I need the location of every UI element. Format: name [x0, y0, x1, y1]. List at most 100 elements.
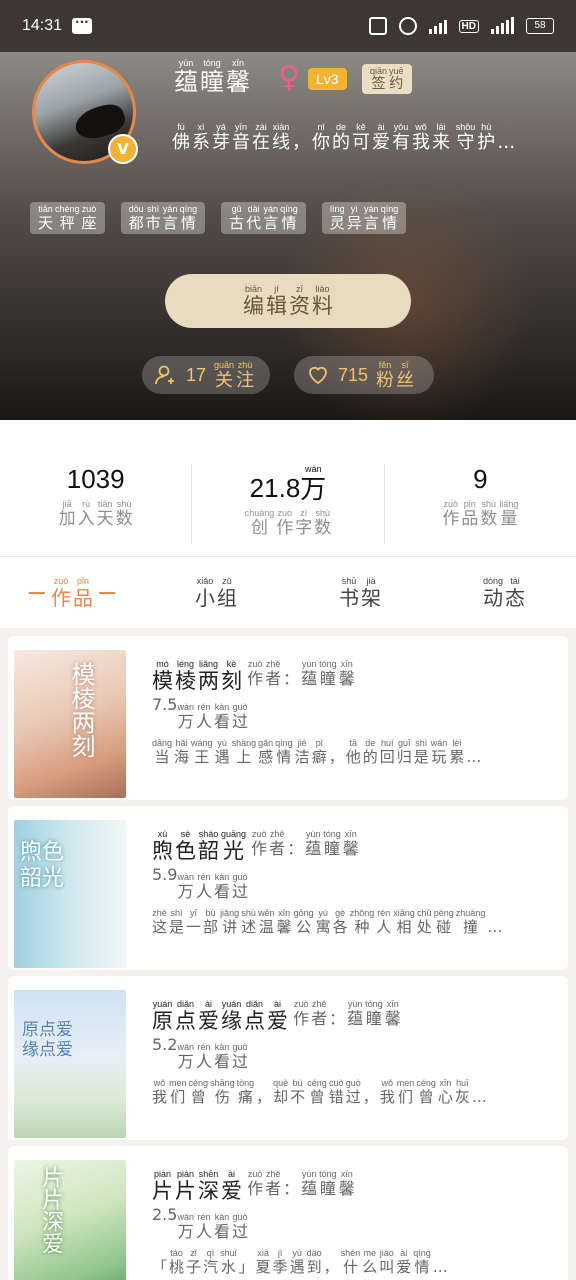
hanzi: 人 — [195, 712, 212, 732]
hanzi: 量 — [500, 509, 518, 529]
hanzi: 季 — [272, 1257, 288, 1276]
hanzi: 言 — [162, 214, 178, 232]
hanzi: ： — [283, 1179, 300, 1198]
book-title: yuán 原 diǎn 点 ài 爱 yuán 缘 diǎn 点 ài 爱 — [152, 999, 288, 1033]
views-number: 7.5 — [152, 695, 178, 715]
views-label: wàn 万 rén 人 kàn 看 guò 过 — [177, 1212, 248, 1241]
ruby-char: zài 在 — [252, 122, 270, 153]
book-description: zhè 这 shì 是 yī 一 bù 部 jiǎng 讲 shù 述 wēn 温 xīn 馨 gōng 公 yù 寓… — [152, 908, 502, 936]
hanzi: 有 — [392, 132, 410, 153]
hanzi: 异 — [346, 214, 362, 232]
ruby-char: shì 是 — [169, 908, 184, 936]
book-card[interactable]: 煦色韶光 xù 煦 sè 色 sháo 韶 guāng 光 zuò 作 zhě 者 ： yùn 蕴 tón… — [8, 806, 568, 970]
ruby-char: zhuàng 撞 — [456, 908, 486, 936]
tag-supernatural-romance[interactable]: líng 灵 yì 异 yán 言 qíng 情 — [321, 202, 407, 234]
hanzi: 的 — [332, 132, 350, 153]
ruby-char: shāng 伤 — [210, 1078, 235, 1106]
ruby-char: céng 曾 — [416, 1078, 436, 1106]
hanzi: 温 — [258, 917, 274, 936]
status-time: 14:31 — [22, 17, 63, 34]
stat-value: 9 — [473, 464, 487, 495]
hanzi: 过 — [232, 712, 249, 732]
hanzi: 蕴 — [301, 669, 318, 688]
tag-libra[interactable]: tiān 天 chèng 秤 zuò 座 — [30, 202, 105, 234]
ruby-char: zuò 作 — [251, 829, 267, 858]
ruby-char: yùn 蕴 — [305, 829, 321, 858]
ruby-char: yuē 约 — [389, 66, 404, 92]
hanzi: … — [432, 1257, 448, 1276]
hanzi: 万 — [177, 1052, 194, 1072]
hanzi: ： — [329, 1009, 346, 1028]
ruby-char: gǎn 感 — [258, 738, 273, 766]
book-card[interactable]: 片片深爱 piàn 片 piàn 片 shēn 深 ài 爱 zuò 作 zhě 者 ： yùn 蕴 tó… — [8, 1146, 568, 1280]
ruby-char: tóng 瞳 — [200, 58, 224, 95]
hanzi: 的 — [362, 747, 378, 766]
tab-bookshelf[interactable]: shū 书 jià 架 — [288, 576, 432, 609]
ruby-char: rù 入 — [78, 499, 95, 529]
vip-badge: V — [108, 134, 138, 164]
hanzi: ： — [283, 669, 300, 688]
hanzi: … — [471, 1087, 487, 1106]
tag-urban-romance[interactable]: dōu 都 shì 市 yán 言 qíng 情 — [120, 202, 206, 234]
hanzi: 字 — [295, 517, 313, 538]
ruby-char: wǒ 我 — [380, 1078, 395, 1106]
book-card[interactable]: 原点爱缘点爱 yuán 原 diǎn 点 ài 爱 yuán 缘 diǎn 点 ài 爱 zuò 作 zh… — [8, 976, 568, 1140]
stat-label: jiā 加 rù 入 tiān 天 shù 数 — [59, 499, 133, 529]
hanzi: 编 — [243, 293, 264, 318]
hanzi: 约 — [389, 76, 404, 92]
hanzi: 灰 — [454, 1087, 470, 1106]
ruby-char: shàng 上 — [232, 738, 257, 766]
ruby-char: zǐ 子 — [186, 1248, 201, 1276]
hanzi: 桃 — [169, 1257, 185, 1276]
hanzi: 都 — [128, 214, 144, 232]
hanzi: 过 — [232, 1222, 249, 1242]
fans-button[interactable]: 715 fěn 粉 sī 丝 — [294, 356, 434, 394]
ruby-char: chèng 秤 — [55, 204, 80, 232]
ruby-char: jiào 叫 — [379, 1248, 394, 1276]
ruby-char: zhù 注 — [236, 360, 254, 391]
bio-line-1: fú 佛 xì 系 yá 芽 yīn 音 zài 在 xiàn 线 ， nǐ 你 de 的 kě 可 ài 爱 yǒu 有… — [172, 122, 450, 153]
hanzi: ， — [328, 747, 344, 766]
hanzi: 爱 — [396, 1257, 412, 1276]
book-card[interactable]: 模棱两刻 mó 模 léng 棱 liǎng 两 kè 刻 zuò 作 zhě 者 ： yùn 蕴 tón… — [8, 636, 568, 800]
ruby-char: wǒ 我 — [412, 122, 430, 153]
hanzi: ， — [256, 1087, 272, 1106]
hanzi: 数 — [314, 517, 332, 538]
book-info: piàn 片 piàn 片 shēn 深 ài 爱 zuò 作 zhě 者 ： yùn 蕴 tóng 瞳 xī… — [152, 1162, 562, 1275]
ruby-char: huí 回 — [380, 738, 395, 766]
ruby-char: yùn 蕴 — [347, 999, 363, 1028]
hanzi: 么 — [362, 1257, 378, 1276]
book-cover: 模棱两刻 — [14, 650, 126, 798]
ruby-char: liào 料 — [312, 284, 333, 318]
following-button[interactable]: 17 guān 关 zhù 注 — [142, 356, 270, 394]
ruby-char: dōu 都 — [129, 204, 144, 232]
ruby-char: zuò 作 — [247, 1169, 263, 1198]
hanzi: … — [497, 132, 516, 153]
tab-moments[interactable]: dòng 动 tài 态 — [432, 576, 576, 609]
ruby-char: kè 刻 — [221, 659, 242, 693]
hanzi: 爱 — [372, 132, 390, 153]
tag-ancient-romance[interactable]: gǔ 古 dài 代 yán 言 qíng 情 — [221, 202, 306, 234]
hanzi: 什 — [342, 1257, 358, 1276]
ruby-char: shù 数 — [480, 499, 497, 529]
tab-groups[interactable]: xiǎo 小 zǔ 组 — [144, 576, 288, 609]
ruby-char: yīn 音 — [232, 122, 250, 153]
pinyin: zhù — [237, 359, 253, 370]
ruby-char: sháo 韶 — [198, 829, 219, 863]
book-views: 5.9 wàn 万 rén 人 kàn 看 guò 过 — [152, 865, 562, 901]
ruby-char: xīn 心 — [438, 1078, 453, 1106]
hanzi: 寓 — [315, 917, 331, 936]
hanzi: 灵 — [329, 214, 345, 232]
hanzi: 癖 — [311, 747, 327, 766]
ruby-char: xiàn 线 — [272, 122, 290, 153]
pinyin: zì — [300, 507, 308, 518]
hanzi: 蕴 — [301, 1179, 318, 1198]
ruby-char: ， — [363, 1078, 378, 1106]
ruby-char: xiǎo 小 — [195, 576, 215, 609]
tab-works[interactable]: zuò 作 pǐn 品 — [0, 576, 144, 609]
hanzi: 到 — [306, 1257, 322, 1276]
tab-dash-left — [29, 591, 45, 594]
ruby-char: céng 曾 — [189, 1078, 209, 1106]
edit-profile-button[interactable]: biān 编 jí 辑 zī 资 liào 料 — [165, 274, 411, 328]
hanzi: 瞳 — [319, 669, 336, 688]
